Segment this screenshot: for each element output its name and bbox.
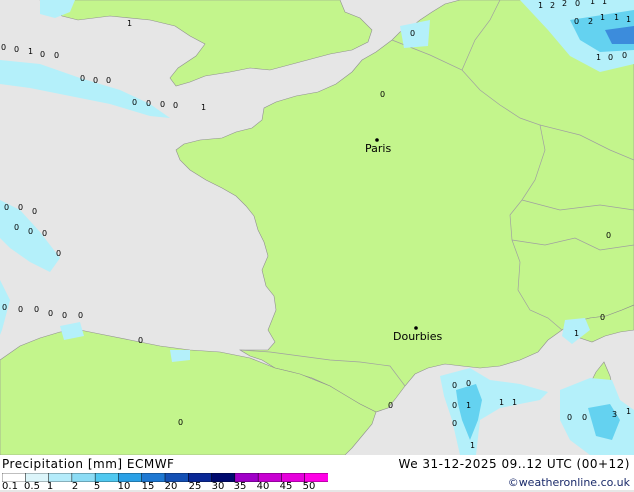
map-footer: Precipitation [mm] ECMWF We 31-12-2025 0… (0, 455, 634, 492)
precip-value: 1 (470, 441, 475, 450)
credit-link[interactable]: ©weatheronline.co.uk (508, 476, 630, 489)
precip-value: 1 (626, 15, 631, 24)
legend-tick: 2 (71, 481, 79, 492)
precip-value: 0 (388, 401, 393, 410)
precip-value: 0 (42, 229, 47, 238)
precip-value: 2 (588, 17, 593, 26)
precip-value: 0 (62, 311, 67, 320)
precip-value: 1 (538, 1, 543, 10)
precip-value: 1 (596, 53, 601, 62)
precip-value: 1 (28, 47, 33, 56)
precip-value: 0 (466, 379, 471, 388)
precip-value: 0 (410, 29, 415, 38)
precip-value: 1 (626, 407, 631, 416)
precip-value: 0 (34, 305, 39, 314)
precip-value: 0 (582, 413, 587, 422)
precip-value: 0 (28, 227, 33, 236)
precip-value: 1 (127, 19, 132, 28)
precip-value: 0 (132, 98, 137, 107)
precip-value: 0 (574, 17, 579, 26)
legend-tick: 30 (211, 481, 225, 492)
legend-tick: 15 (141, 481, 155, 492)
legend-tick: 50 (302, 481, 316, 492)
precip-value: 0 (608, 53, 613, 62)
precip-value: 1 (600, 13, 605, 22)
precipitation-map: 0 0 1 0 00 0 00 0 0 0 111 2 2 0 1 10 2 1 1 11 0 0000 0 00 0 000 0 0… (0, 0, 634, 490)
precip-value: 0 (93, 76, 98, 85)
precip-value: 0 (160, 100, 165, 109)
legend-tick: 0.1 (2, 481, 18, 492)
precip-value: 0 (600, 313, 605, 322)
legend-tick: 25 (188, 481, 202, 492)
precip-value: 0 (452, 401, 457, 410)
precip-value: 0 (146, 99, 151, 108)
precip-value: 0 (48, 309, 53, 318)
precip-value: 0 (452, 381, 457, 390)
precip-value: 0 (380, 90, 385, 99)
precip-value: 0 (138, 336, 143, 345)
precip-value: 0 (80, 74, 85, 83)
precip-value: 1 (602, 0, 607, 6)
precip-value: 0 (1, 43, 6, 52)
precip-value: 0 (606, 231, 611, 240)
map-title: Precipitation [mm] ECMWF (2, 457, 175, 471)
precip-value: 0 (14, 45, 19, 54)
precip-value: 0 (452, 419, 457, 428)
precip-value: 0 (567, 413, 572, 422)
precip-value: 3 (612, 410, 617, 419)
precip-value: 0 (78, 311, 83, 320)
precip-value: 0 (18, 203, 23, 212)
legend-tick: 40 (256, 481, 270, 492)
city-label: Paris (365, 142, 391, 155)
precip-value: 0 (18, 305, 23, 314)
precip-value: 0 (622, 51, 627, 60)
precip-value: 0 (56, 249, 61, 258)
precip-value: 1 (574, 329, 579, 338)
precip-value: 1 (512, 398, 517, 407)
legend-tick: 35 (233, 481, 247, 492)
precip-value: 0 (2, 303, 7, 312)
precip-value: 0 (14, 223, 19, 232)
legend-tick: 10 (117, 481, 131, 492)
precip-value: 0 (4, 203, 9, 212)
precip-value: 0 (106, 76, 111, 85)
precip-value: 0 (32, 207, 37, 216)
precip-value: 1 (499, 398, 504, 407)
precip-value: 0 (40, 50, 45, 59)
legend-tick: 5 (93, 481, 101, 492)
precip-value: 1 (201, 103, 206, 112)
precip-value: 0 (575, 0, 580, 8)
forecast-datetime: We 31-12-2025 09..12 UTC (00+12) (398, 457, 630, 471)
precip-value: 2 (562, 0, 567, 8)
city-label: Dourbies (393, 330, 443, 343)
legend-tick: 0.5 (24, 481, 40, 492)
precip-value: 0 (173, 101, 178, 110)
precip-value: 1 (614, 13, 619, 22)
legend-tick: 45 (279, 481, 293, 492)
precip-value: 1 (590, 0, 595, 6)
legend-tick: 1 (46, 481, 54, 492)
precip-value: 1 (466, 401, 471, 410)
legend-tick: 20 (164, 481, 178, 492)
precip-value: 0 (54, 51, 59, 60)
precip-value: 0 (178, 418, 183, 427)
precip-value: 2 (550, 1, 555, 10)
